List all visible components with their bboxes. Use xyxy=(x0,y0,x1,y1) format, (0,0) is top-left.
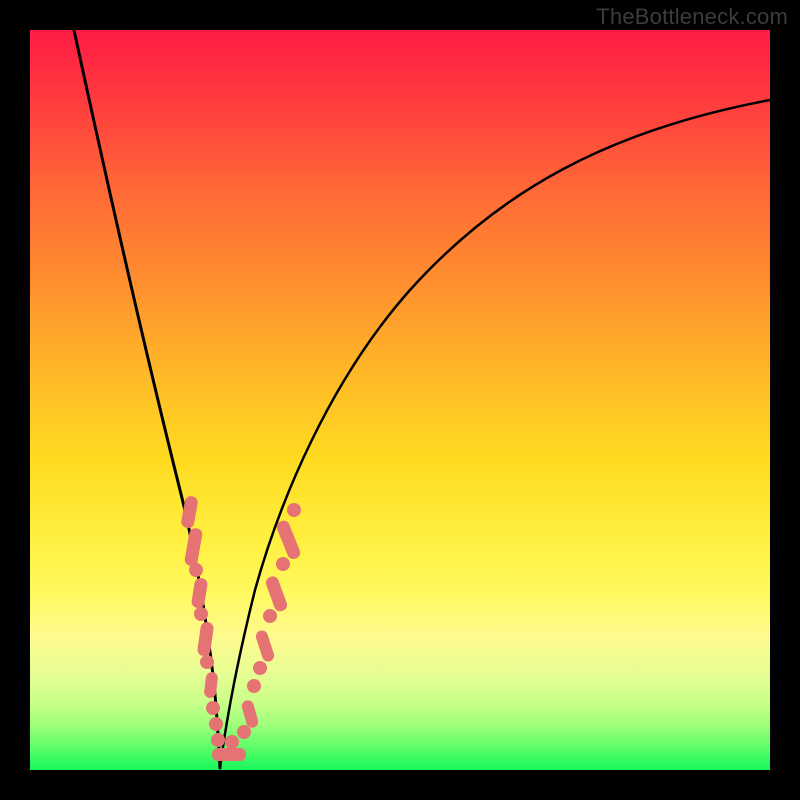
plot-area xyxy=(30,30,770,770)
watermark-text: TheBottleneck.com xyxy=(596,4,788,30)
curve-svg xyxy=(30,30,770,770)
chart-frame: TheBottleneck.com xyxy=(0,0,800,800)
curve-right xyxy=(220,100,770,768)
curve-left xyxy=(74,30,220,768)
markers-trough xyxy=(211,725,251,761)
markers-left xyxy=(180,495,223,731)
markers-right xyxy=(240,503,302,729)
